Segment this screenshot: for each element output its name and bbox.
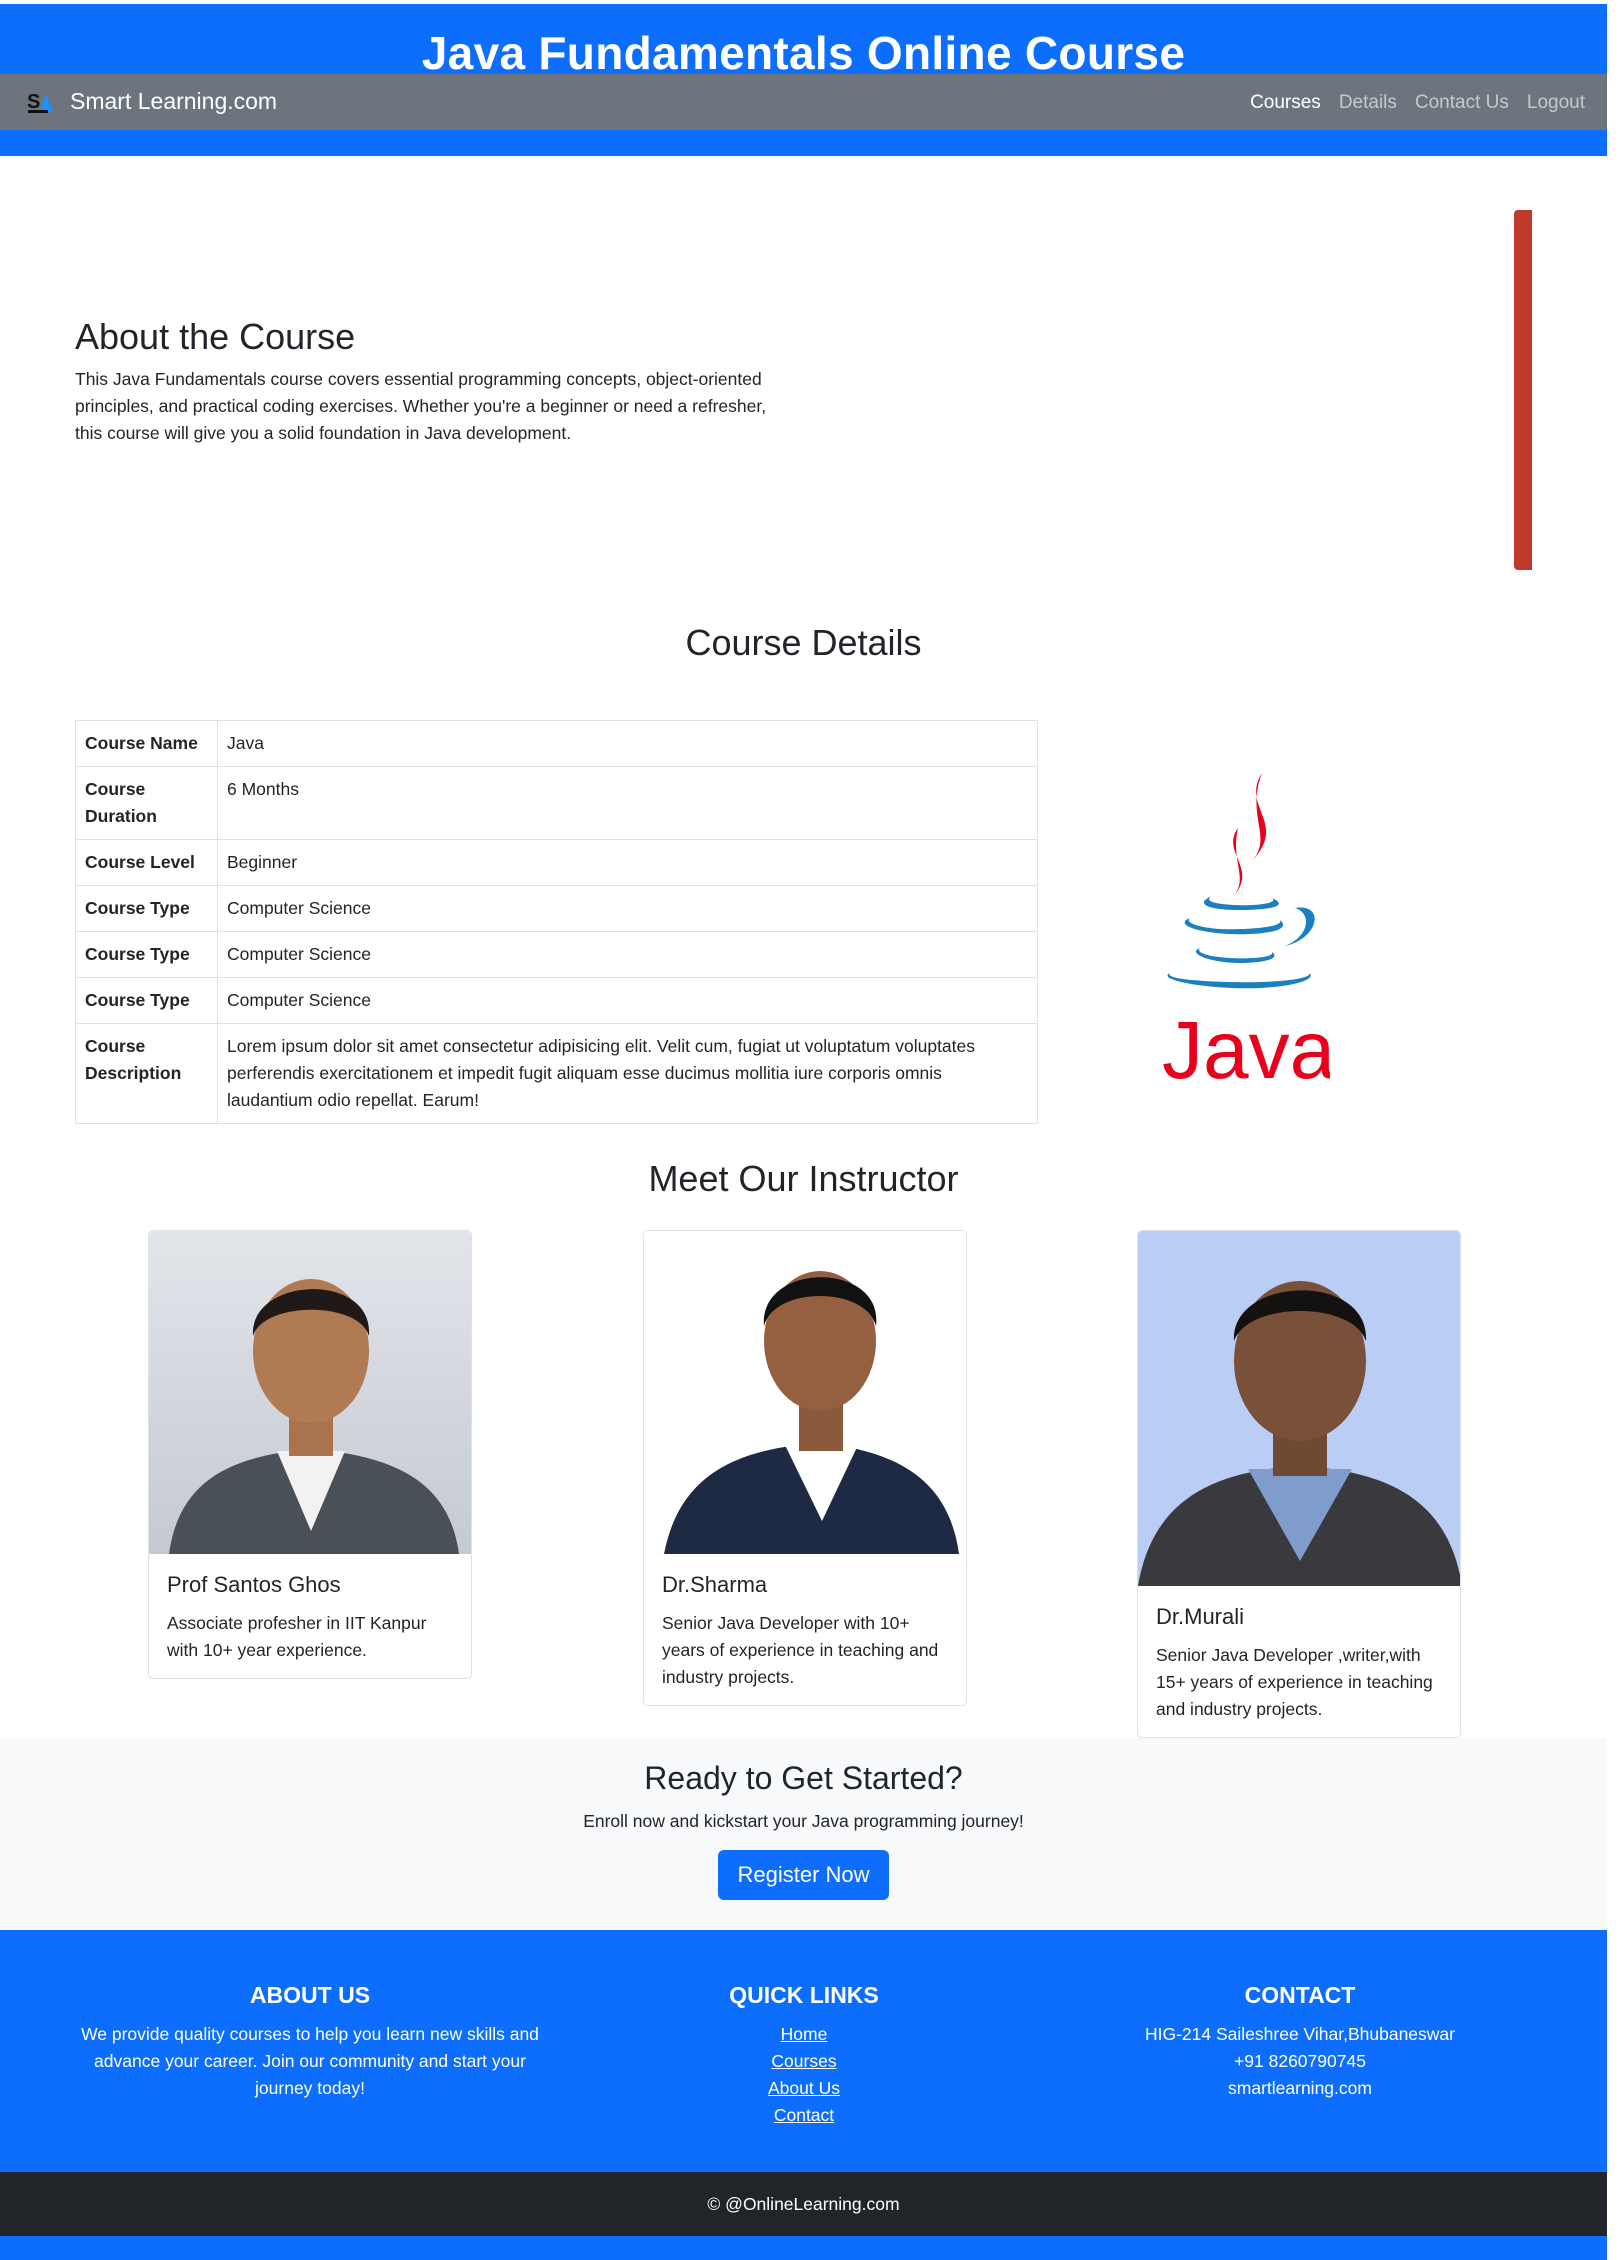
table-row: Course Duration 6 Months xyxy=(75,766,1038,840)
footer-links-title: QUICK LINKS xyxy=(729,1982,879,2008)
footer-about: ABOUT US We provide quality courses to h… xyxy=(80,1982,540,2102)
instructor-bio: Senior Java Developer ,writer,with 15+ y… xyxy=(1156,1645,1433,1719)
row-key: Course Name xyxy=(75,720,218,767)
instructor-card: Dr.Sharma Senior Java Developer with 10+… xyxy=(643,1230,967,1706)
table-row: Course Description Lorem ipsum dolor sit … xyxy=(75,1023,1038,1124)
brand-link[interactable]: S Smart Learning.com xyxy=(26,86,277,116)
nav-contact-us[interactable]: Contact Us xyxy=(1415,92,1509,114)
java-logo-text: Java xyxy=(1162,1005,1330,1096)
footer-address: HIG-214 Saileshree Vihar,Bhubaneswar xyxy=(1144,2024,1455,2044)
row-value: Computer Science xyxy=(217,885,1038,932)
nav-courses[interactable]: Courses xyxy=(1250,92,1321,114)
footer-link-home[interactable]: Home xyxy=(654,2021,954,2048)
instructor-bio: Associate profesher in IIT Kanpur with 1… xyxy=(167,1613,427,1660)
red-accent-bar xyxy=(1514,210,1532,570)
row-value: Beginner xyxy=(217,839,1038,886)
row-value: Computer Science xyxy=(217,931,1038,978)
course-details-table: Course Name Java Course Duration 6 Months … xyxy=(75,720,1038,1124)
table-row: Course Type Computer Science xyxy=(75,931,1038,978)
footer-link-courses[interactable]: Courses xyxy=(654,2048,954,2075)
nav-logout[interactable]: Logout xyxy=(1527,92,1585,114)
row-value: 6 Months xyxy=(217,766,1038,840)
register-now-button[interactable]: Register Now xyxy=(718,1850,889,1900)
nav-links: Courses Details Contact Us Logout xyxy=(1250,92,1585,114)
footer-about-text: We provide quality courses to help you l… xyxy=(81,2024,539,2098)
details-title: Course Details xyxy=(685,622,922,663)
footer-quick-links: QUICK LINKS Home Courses About Us Contac… xyxy=(654,1982,954,2129)
row-key: Course Type xyxy=(75,977,218,1024)
row-key: Course Level xyxy=(75,839,218,886)
footer-website: smartlearning.com xyxy=(1228,2078,1372,2098)
bottom-band xyxy=(0,2236,1607,2260)
copyright-bar: © @OnlineLearning.com xyxy=(0,2172,1607,2236)
footer-link-contact[interactable]: Contact xyxy=(654,2102,954,2129)
instructor-card: Dr.Murali Senior Java Developer ,writer,… xyxy=(1137,1230,1461,1738)
cta-text: Enroll now and kickstart your Java progr… xyxy=(583,1811,1024,1831)
brand-logo-icon: S xyxy=(27,91,53,113)
table-row: Course Type Computer Science xyxy=(75,885,1038,932)
cta-section: Ready to Get Started? Enroll now and kic… xyxy=(0,1738,1607,1930)
table-row: Course Name Java xyxy=(75,720,1038,767)
footer-contact: CONTACT HIG-214 Saileshree Vihar,Bhubane… xyxy=(1090,1982,1510,2102)
instructor-photo xyxy=(644,1231,966,1554)
java-logo-icon: Java xyxy=(1162,773,1330,1096)
instructor-name: Prof Santos Ghos xyxy=(167,1572,341,1597)
instructor-card-body: Dr.Murali Senior Java Developer ,writer,… xyxy=(1138,1586,1460,1737)
person-silhouette-icon xyxy=(664,1271,959,1554)
instructor-card-body: Dr.Sharma Senior Java Developer with 10+… xyxy=(644,1554,966,1705)
about-text: This Java Fundamentals course covers ess… xyxy=(75,369,767,443)
instructor-card-body: Prof Santos Ghos Associate profesher in … xyxy=(149,1554,471,1678)
row-value: Lorem ipsum dolor sit amet consectetur a… xyxy=(217,1023,1038,1124)
about-title: About the Course xyxy=(75,316,356,357)
row-key: Course Description xyxy=(75,1023,218,1124)
instructor-name: Dr.Sharma xyxy=(662,1572,768,1597)
table-row: Course Level Beginner xyxy=(75,839,1038,886)
person-silhouette-icon xyxy=(1138,1281,1460,1586)
row-value: Java xyxy=(217,720,1038,767)
row-key: Course Duration xyxy=(75,766,218,840)
instructor-photo xyxy=(1138,1231,1460,1586)
site-title: Java Fundamentals Online Course xyxy=(421,27,1186,79)
footer-contact-title: CONTACT xyxy=(1244,1982,1356,2008)
row-key: Course Type xyxy=(75,885,218,932)
footer-phone: +91 8260790745 xyxy=(1234,2051,1366,2071)
row-key: Course Type xyxy=(75,931,218,978)
navbar: S Smart Learning.com Courses Details Con… xyxy=(0,74,1607,130)
instructor-photo xyxy=(149,1231,471,1554)
footer-link-about-us[interactable]: About Us xyxy=(654,2075,954,2102)
table-row: Course Type Computer Science xyxy=(75,977,1038,1024)
nav-details[interactable]: Details xyxy=(1339,92,1397,114)
svg-text:S: S xyxy=(27,91,40,113)
instructor-bio: Senior Java Developer with 10+ years of … xyxy=(662,1613,939,1687)
instructor-card: Prof Santos Ghos Associate profesher in … xyxy=(148,1230,472,1679)
footer-about-title: ABOUT US xyxy=(249,1982,371,2008)
brand-name: Smart Learning.com xyxy=(70,87,278,114)
person-silhouette-icon xyxy=(169,1279,459,1554)
row-value: Computer Science xyxy=(217,977,1038,1024)
instructors-title: Meet Our Instructor xyxy=(648,1158,959,1199)
footer: ABOUT US We provide quality courses to h… xyxy=(0,1930,1607,2172)
instructor-name: Dr.Murali xyxy=(1156,1604,1245,1629)
cta-title: Ready to Get Started? xyxy=(644,1760,963,1796)
